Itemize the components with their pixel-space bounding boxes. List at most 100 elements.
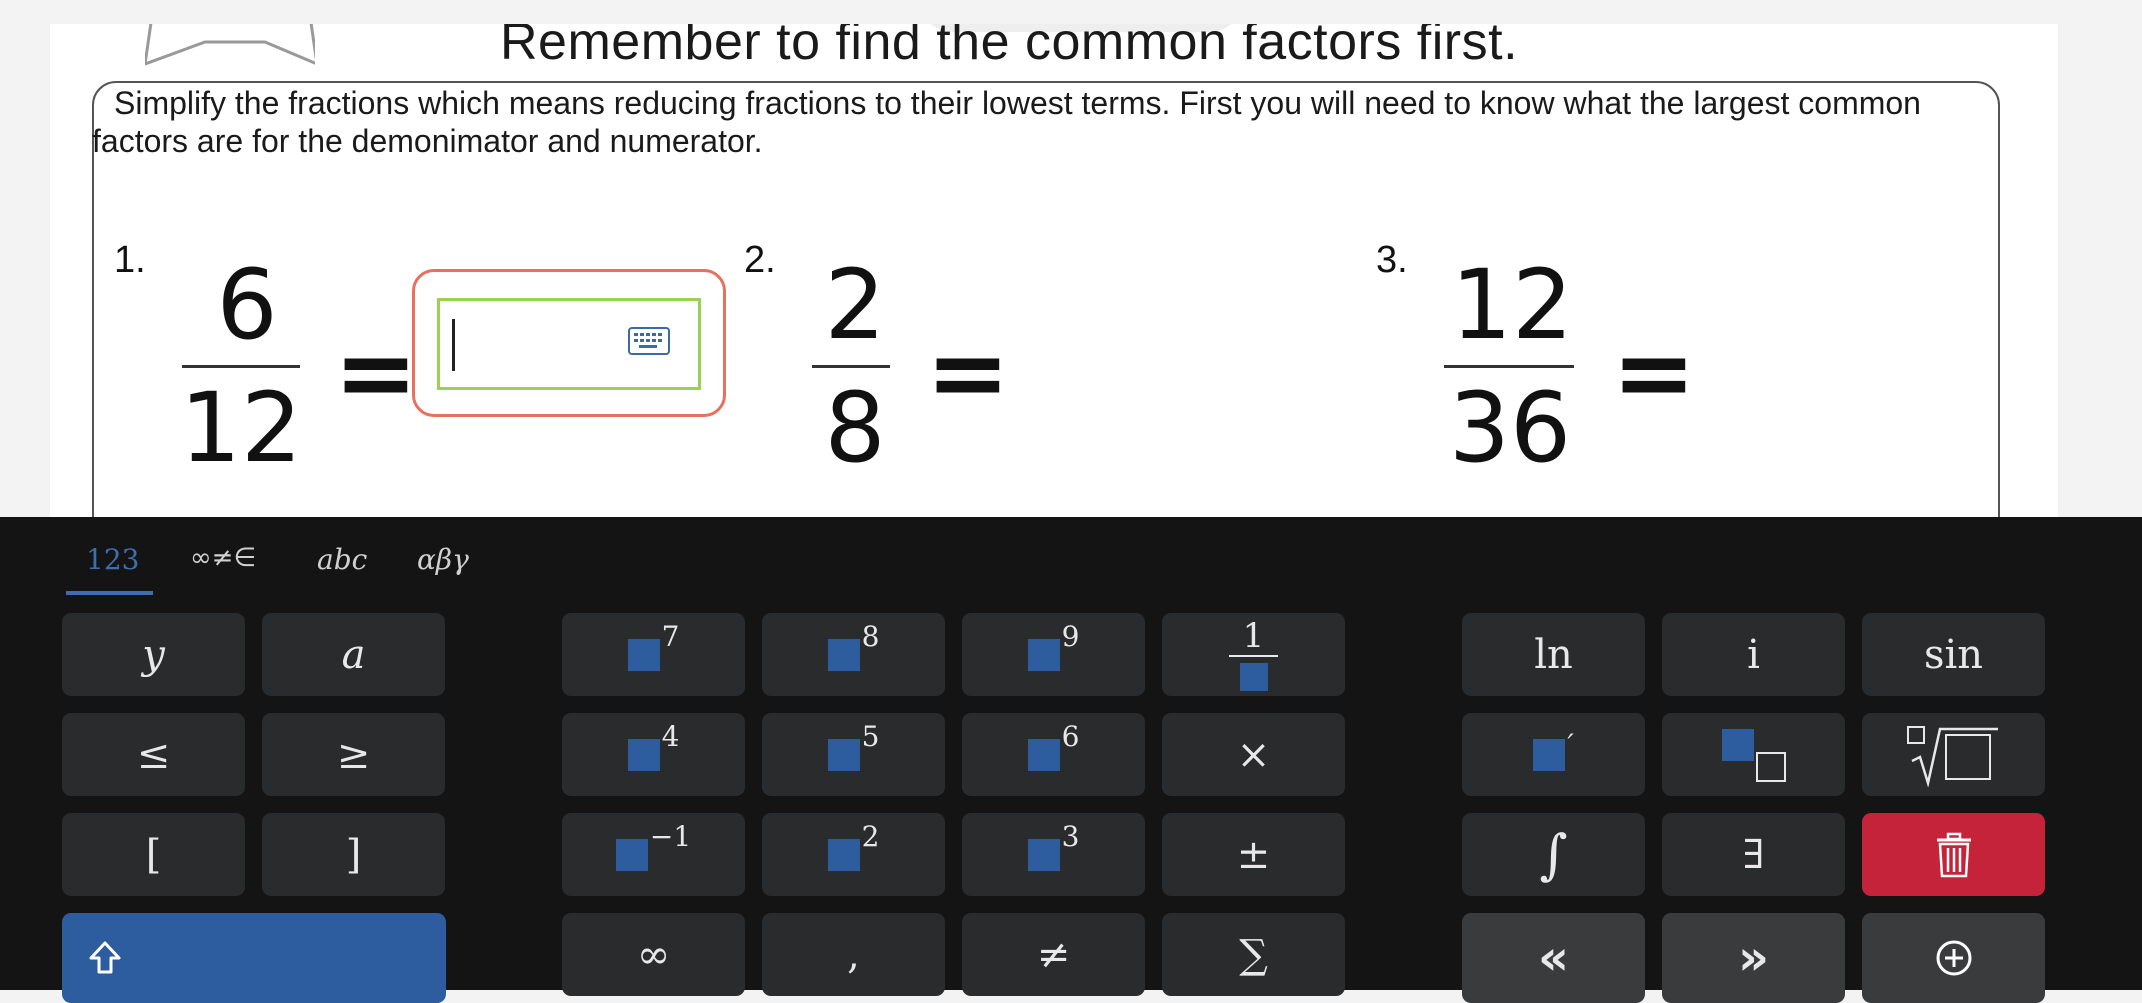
problem-2-numerator: 2 (824, 249, 886, 361)
answer-input[interactable] (437, 298, 701, 390)
placeholder-square-icon (615, 838, 648, 871)
key-power-9[interactable]: 9 (962, 613, 1145, 696)
key-subscript[interactable] (1662, 713, 1845, 796)
text-caret (452, 319, 455, 371)
tab-numbers[interactable]: 123 (86, 543, 139, 591)
active-tab-indicator (66, 591, 153, 595)
tab-greek[interactable]: αβγ (417, 543, 469, 591)
key-a[interactable]: a (262, 613, 445, 696)
key-prime-label: ′ (1567, 728, 1574, 761)
problem-1-denominator: 12 (179, 372, 303, 484)
key-reciprocal[interactable]: 1 (1162, 613, 1345, 696)
tab-symbols[interactable]: ∞≠∈ (190, 543, 256, 591)
key-not-equal[interactable]: ≠ (962, 913, 1145, 996)
key-integral[interactable]: ∫ (1462, 813, 1645, 896)
subscript-box-icon (1755, 751, 1786, 782)
placeholder-square-icon (827, 738, 860, 771)
key-p7-label: 7 (661, 620, 680, 653)
key-ln-label: ln (1534, 631, 1573, 678)
key-comma-label: , (847, 931, 860, 978)
placeholder-square-icon (1027, 638, 1060, 671)
problem-3-numerator: 12 (1450, 249, 1574, 361)
key-lbracket-label: [ (145, 831, 162, 878)
key-p2-label: 2 (861, 820, 880, 853)
key-rbracket-label: ] (345, 831, 362, 878)
key-p4-label: 4 (661, 720, 680, 753)
problem-1-fraction-bar (182, 365, 300, 368)
key-power-8[interactable]: 8 (762, 613, 945, 696)
key-power-7[interactable]: 7 (562, 613, 745, 696)
key-infinity-label: ∞ (636, 931, 671, 978)
problem-2-equals: = (926, 314, 1010, 431)
key-ge-label: ≥ (336, 731, 371, 778)
key-sin-label: sin (1923, 631, 1984, 678)
key-a-label: a (341, 631, 366, 678)
key-right-bracket[interactable]: ] (262, 813, 445, 896)
key-inverse[interactable]: −1 (562, 813, 745, 896)
key-power-4[interactable]: 4 (562, 713, 745, 796)
nth-root-icon (1906, 725, 1998, 787)
key-nth-root[interactable] (1862, 713, 2045, 796)
key-p3-label: 3 (1061, 820, 1080, 853)
key-i-label: i (1747, 631, 1760, 678)
key-power-6[interactable]: 6 (962, 713, 1145, 796)
key-pinv-label: −1 (649, 820, 692, 853)
key-power-2[interactable]: 2 (762, 813, 945, 896)
key-multiply[interactable]: × (1162, 713, 1345, 796)
problem-3-number: 3. (1376, 239, 1408, 281)
key-p6-label: 6 (1061, 720, 1080, 753)
key-power-5[interactable]: 5 (762, 713, 945, 796)
tab-letters[interactable]: abc (317, 543, 367, 591)
key-less-equal[interactable]: ≤ (62, 713, 245, 796)
key-greater-equal[interactable]: ≥ (262, 713, 445, 796)
placeholder-square-icon (827, 838, 860, 871)
key-y[interactable]: y (62, 613, 245, 696)
key-times-label: × (1236, 731, 1271, 778)
problem-3-equals: = (1612, 314, 1696, 431)
key-imaginary[interactable]: i (1662, 613, 1845, 696)
answer-field-1[interactable] (412, 269, 726, 417)
placeholder-square-icon (1721, 728, 1754, 761)
placeholder-square-icon (1533, 738, 1566, 771)
key-left-label: « (1537, 930, 1569, 986)
key-neq-label: ≠ (1036, 931, 1071, 978)
key-sum-label: ∑ (1239, 931, 1268, 978)
key-le-label: ≤ (136, 731, 171, 778)
ribbon-decoration (145, 24, 315, 66)
placeholder-square-icon (627, 738, 660, 771)
key-sum[interactable]: ∑ (1162, 913, 1345, 996)
keyboard-icon[interactable] (628, 327, 670, 355)
math-keyboard: 123 ∞≠∈ abc αβγ y a ≤ ≥ [ ] 7 8 9 1 4 5 … (0, 517, 2142, 1003)
key-plusminus-label: ± (1236, 831, 1271, 878)
problem-2-number: 2. (744, 239, 776, 281)
placeholder-square-icon (1027, 838, 1060, 871)
worksheet-heading: Remember to find the common factors firs… (500, 24, 1519, 71)
key-exists[interactable]: ∃ (1662, 813, 1845, 896)
shift-arrow-icon (89, 941, 121, 974)
problem-1-numerator: 6 (216, 249, 278, 361)
key-infinity[interactable]: ∞ (562, 913, 745, 996)
key-plus-minus[interactable]: ± (1162, 813, 1345, 896)
key-exists-label: ∃ (1742, 831, 1765, 878)
key-p5-label: 5 (861, 720, 880, 753)
placeholder-square-icon (1239, 662, 1268, 691)
key-prime[interactable]: ′ (1462, 713, 1645, 796)
worksheet: Remember to find the common factors firs… (50, 24, 2058, 544)
key-integral-label: ∫ (1539, 823, 1568, 886)
key-p9-label: 9 (1061, 620, 1080, 653)
problem-1-number: 1. (114, 239, 146, 281)
key-power-3[interactable]: 3 (962, 813, 1145, 896)
key-sin[interactable]: sin (1862, 613, 2045, 696)
key-left-bracket[interactable]: [ (62, 813, 245, 896)
key-right-label: » (1737, 930, 1769, 986)
delete-button[interactable] (1862, 813, 2045, 896)
problem-1-equals: = (334, 314, 418, 431)
problem-2-fraction-bar (812, 365, 890, 368)
placeholder-square-icon (627, 638, 660, 671)
placeholder-square-icon (827, 638, 860, 671)
plus-circle-icon (1936, 940, 1971, 976)
trash-icon (1936, 832, 1971, 877)
key-ln[interactable]: ln (1462, 613, 1645, 696)
problem-2-denominator: 8 (824, 372, 886, 484)
key-comma[interactable]: , (762, 913, 945, 996)
